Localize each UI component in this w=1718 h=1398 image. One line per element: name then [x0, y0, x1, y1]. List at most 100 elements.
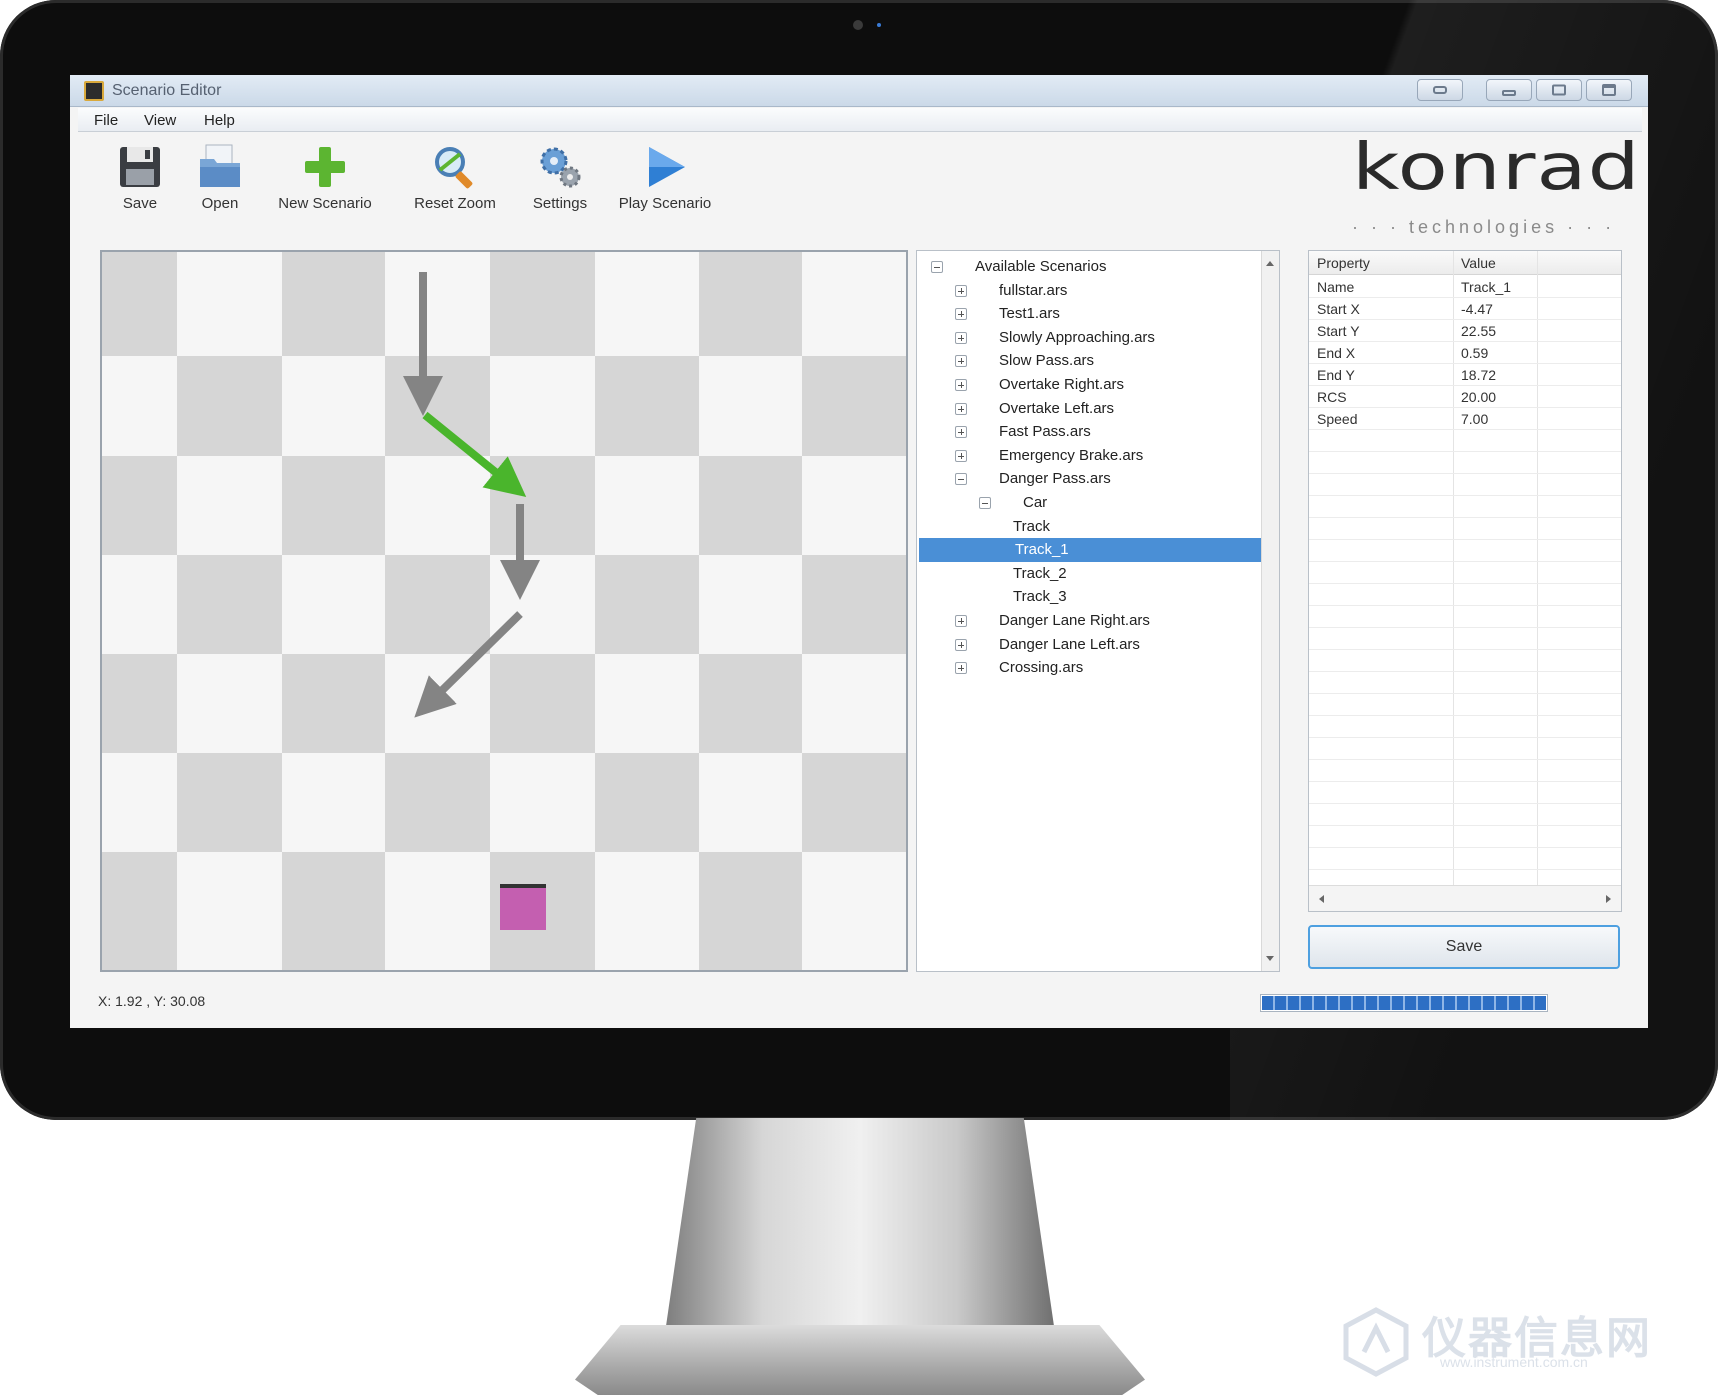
- collapse-icon[interactable]: [979, 497, 991, 509]
- tree-item[interactable]: Emergency Brake.ars: [917, 444, 1263, 468]
- tree-item-label: Track_2: [1013, 564, 1067, 582]
- grid-line: [1309, 627, 1621, 628]
- property-value[interactable]: 7.00: [1461, 411, 1488, 427]
- property-value[interactable]: 20.00: [1461, 389, 1496, 405]
- scroll-down-icon[interactable]: [1266, 956, 1274, 961]
- expand-icon[interactable]: [955, 402, 967, 415]
- tree-item[interactable]: Crossing.ars: [917, 656, 1263, 680]
- grid-cell: [282, 852, 385, 970]
- window-title: Scenario Editor: [112, 82, 222, 99]
- tree-vertical-scrollbar[interactable]: [1261, 251, 1279, 971]
- grid-line: [1309, 385, 1621, 386]
- expand-icon[interactable]: [955, 331, 967, 344]
- grid-line: [1309, 539, 1621, 540]
- grid-line: [1309, 517, 1621, 518]
- konrad-logo: konrad · · · technologies · · ·: [1352, 129, 1642, 237]
- app-icon: [84, 81, 104, 101]
- scroll-up-icon[interactable]: [1266, 261, 1274, 266]
- scroll-right-icon[interactable]: [1606, 895, 1611, 903]
- scenario-canvas[interactable]: [100, 250, 908, 972]
- tree-item-track[interactable]: Track_1: [919, 538, 1265, 563]
- tree-root[interactable]: Available Scenarios: [917, 255, 1263, 279]
- tree-item[interactable]: Slowly Approaching.ars: [917, 326, 1263, 350]
- grid-line: [1309, 781, 1621, 782]
- collapse-icon[interactable]: [931, 261, 943, 273]
- expand-icon[interactable]: [955, 662, 967, 675]
- tree-item-track[interactable]: Track: [917, 515, 1263, 539]
- tree-item[interactable]: Car: [917, 491, 1263, 515]
- grid-line: [1309, 341, 1621, 342]
- play-scenario-tool-button[interactable]: Play Scenario: [605, 143, 725, 223]
- expand-icon[interactable]: [955, 426, 967, 439]
- grid-cell: [595, 654, 699, 753]
- tree-item[interactable]: Overtake Right.ars: [917, 373, 1263, 397]
- maximize-icon: [1552, 84, 1566, 96]
- grid-cell: [595, 753, 699, 852]
- grid-cell: [802, 356, 906, 456]
- tree-item[interactable]: Danger Pass.ars: [917, 467, 1263, 491]
- property-value[interactable]: Track_1: [1461, 279, 1511, 295]
- tree-item[interactable]: Danger Lane Left.ars: [917, 633, 1263, 657]
- grid-line: [1309, 407, 1621, 408]
- tree-item-track[interactable]: Track_3: [917, 585, 1263, 609]
- cursor-coordinates: X: 1.92 , Y: 30.08: [98, 993, 206, 1009]
- value-column-header: Value: [1461, 255, 1496, 271]
- settings-tool-button[interactable]: Settings: [515, 143, 605, 223]
- grid-cell: [595, 356, 699, 456]
- tree-item[interactable]: Danger Lane Right.ars: [917, 609, 1263, 633]
- expand-icon[interactable]: [955, 284, 967, 297]
- tree-item[interactable]: Overtake Left.ars: [917, 397, 1263, 421]
- tree-item[interactable]: Fast Pass.ars: [917, 420, 1263, 444]
- close-icon: [1602, 84, 1616, 96]
- tree-item-label: Crossing.ars: [999, 659, 1084, 677]
- grid-line: [1309, 869, 1621, 870]
- grid-cell: [490, 252, 595, 356]
- expand-icon[interactable]: [955, 355, 967, 368]
- scenario-canvas-svg[interactable]: [102, 252, 906, 970]
- restore-window-button[interactable]: [1417, 79, 1463, 101]
- tree-item[interactable]: fullstar.ars: [917, 279, 1263, 303]
- new-scenario-tool-button[interactable]: New Scenario: [260, 143, 390, 223]
- grid-cell: [802, 252, 906, 356]
- property-save-button[interactable]: Save: [1308, 925, 1620, 969]
- expand-icon[interactable]: [955, 379, 967, 391]
- car-object[interactable]: [500, 884, 546, 930]
- property-name: End Y: [1317, 367, 1355, 383]
- menu-help[interactable]: Help: [204, 112, 235, 129]
- tree-item-label: Track: [1013, 517, 1050, 535]
- grid-cell: [802, 852, 906, 970]
- grid-cell: [595, 555, 699, 654]
- reset-zoom-tool-button[interactable]: Reset Zoom: [395, 143, 515, 223]
- property-grid[interactable]: Property Value Name Track_1 Start X -4.47 St…: [1308, 250, 1622, 912]
- collapse-icon[interactable]: [955, 473, 967, 486]
- open-tool-button[interactable]: Open: [180, 143, 260, 223]
- expand-icon[interactable]: [955, 449, 967, 462]
- grid-line: [1309, 759, 1621, 760]
- grid-cell: [282, 753, 385, 852]
- close-button[interactable]: [1586, 79, 1632, 101]
- expand-icon[interactable]: [955, 308, 967, 321]
- property-value[interactable]: 22.55: [1461, 323, 1496, 339]
- progress-bar-fill: [1262, 996, 1546, 1010]
- menu-view[interactable]: View: [144, 112, 176, 129]
- expand-icon[interactable]: [955, 638, 967, 651]
- grid-line: [1309, 451, 1621, 452]
- tree-item-track[interactable]: Track_2: [917, 562, 1263, 586]
- watermark-url: www.instrument.com.cn: [1440, 1354, 1588, 1370]
- property-horizontal-scrollbar[interactable]: [1309, 885, 1621, 911]
- expand-icon[interactable]: [955, 615, 967, 627]
- floppy-disk-icon: [120, 147, 160, 187]
- webcam: [853, 20, 863, 30]
- property-value[interactable]: 0.59: [1461, 345, 1488, 361]
- scroll-left-icon[interactable]: [1319, 895, 1324, 903]
- watermark-logo-icon: [1343, 1307, 1409, 1377]
- maximize-button[interactable]: [1536, 79, 1582, 101]
- property-value[interactable]: 18.72: [1461, 367, 1496, 383]
- menu-file[interactable]: File: [94, 112, 118, 129]
- tree-item[interactable]: Slow Pass.ars: [917, 349, 1263, 373]
- scenario-tree[interactable]: Available Scenarios fullstar.ars Test1.ars…: [916, 250, 1280, 972]
- save-tool-button[interactable]: Save: [100, 143, 180, 223]
- property-value[interactable]: -4.47: [1461, 301, 1493, 317]
- tree-item[interactable]: Test1.ars: [917, 302, 1263, 326]
- minimize-button[interactable]: [1486, 79, 1532, 101]
